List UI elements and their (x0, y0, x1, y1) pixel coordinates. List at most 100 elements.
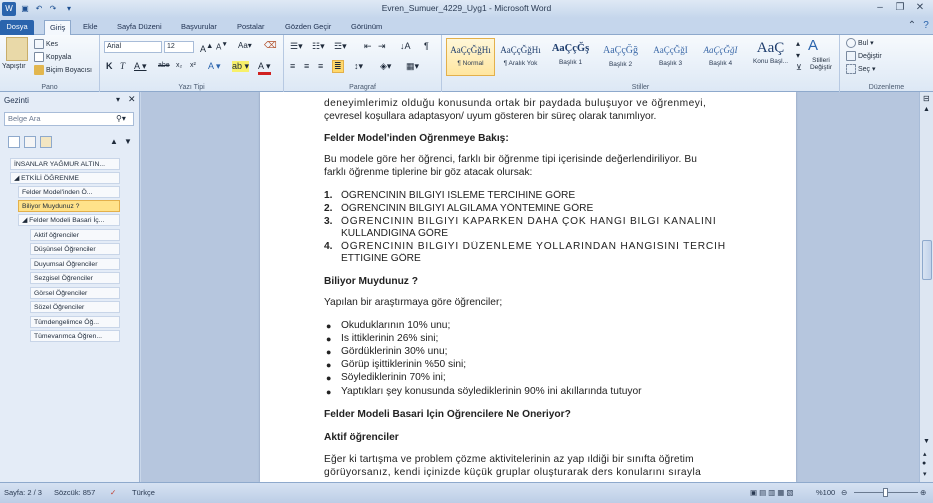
help-icon[interactable]: ? (916, 19, 933, 33)
style-heading-1[interactable]: AaÇçĞş Başlık 1 (546, 38, 595, 76)
tab-insert[interactable]: Ekle (78, 20, 103, 35)
ruler-toggle-icon[interactable]: ⊟ (923, 94, 930, 103)
find-button[interactable]: Bul ▾ (846, 38, 874, 48)
cut-button[interactable]: Kes (34, 39, 58, 49)
font-color-button[interactable]: A ▾ (258, 61, 271, 75)
style-title[interactable]: AaÇ Konu Başl... (746, 38, 795, 76)
nav-heading-item[interactable]: ◢ ETKİLİ ÖĞRENME (10, 172, 120, 184)
nav-heading-item[interactable]: Sezgisel Öğrenciler (30, 272, 120, 284)
language-indicator[interactable]: Türkçe (132, 488, 155, 497)
browse-object-icon[interactable]: ● (922, 460, 926, 467)
scroll-down-icon[interactable]: ▼ (923, 438, 930, 445)
zoom-in-icon[interactable]: ⊕ (920, 488, 926, 497)
text-effects-button[interactable]: A ▾ (208, 61, 221, 72)
clear-formatting-icon[interactable]: ⌫ (264, 40, 277, 51)
zoom-slider-thumb[interactable] (883, 488, 888, 497)
page-count[interactable]: Sayfa: 2 / 3 (4, 488, 42, 497)
tab-file[interactable]: Dosya (0, 20, 34, 35)
show-marks-button[interactable]: ¶ (424, 41, 429, 51)
style-no-spacing[interactable]: AaÇçĞğHı ¶ Aralık Yok (496, 38, 545, 76)
proofing-icon[interactable]: ✓ (110, 488, 116, 497)
nav-pane-menu-icon[interactable]: ▾ (116, 95, 120, 104)
replace-button[interactable]: Değiştir (846, 51, 882, 61)
nav-heading-item[interactable]: Tümdengelimce Öğ... (30, 316, 120, 328)
next-page-icon[interactable]: ▾ (923, 470, 927, 478)
tab-home[interactable]: Giriş (44, 20, 72, 35)
previous-heading-icon[interactable]: ▲ (110, 137, 118, 146)
tab-view[interactable]: Görünüm (346, 20, 387, 35)
change-styles-button[interactable]: Stilleri Değiştir (804, 57, 838, 71)
line-spacing-button[interactable]: ↕▾ (354, 61, 363, 72)
nav-heading-item[interactable]: ◢ Felder Modeli Basari İç... (18, 214, 120, 226)
style-heading-2[interactable]: AaÇçĞğ Başlık 2 (596, 38, 645, 76)
tab-references[interactable]: Başvurular (176, 20, 222, 35)
copy-button[interactable]: Kopyala (34, 52, 71, 62)
nav-heading-item[interactable]: Düşünsel Öğrenciler (30, 243, 120, 255)
font-family-select[interactable]: Arial (104, 41, 162, 53)
paste-button[interactable]: Yapıştır (2, 63, 26, 70)
word-count[interactable]: Sözcük: 857 (54, 488, 95, 497)
document-page[interactable]: deneyimlerimiz olduğu konusunda ortak bi… (260, 92, 796, 482)
scroll-up-icon[interactable]: ▲ (923, 106, 930, 113)
styles-scroll-down-icon[interactable]: ▾ (796, 51, 800, 60)
browse-pages-icon[interactable] (24, 136, 36, 148)
underline-button[interactable]: A ▾ (134, 61, 147, 72)
nav-heading-item[interactable]: İNSANLAR YAĞMUR ALTIN... (10, 158, 120, 170)
nav-heading-item[interactable]: Tümevarımca Öğren... (30, 330, 120, 342)
italic-button[interactable]: T (120, 61, 125, 71)
browse-headings-icon[interactable] (8, 136, 20, 148)
nav-search-input[interactable]: Belge Ara (4, 112, 134, 126)
zoom-out-icon[interactable]: ⊖ (841, 488, 847, 497)
grow-font-button[interactable]: A▲ (200, 41, 213, 54)
nav-heading-item[interactable]: Felder Model'inden Ö... (18, 186, 120, 198)
font-size-select[interactable]: 12 (164, 41, 194, 53)
view-buttons[interactable]: ▣▤▥▦▧ (750, 488, 795, 497)
tab-page-layout[interactable]: Sayfa Düzeni (112, 20, 167, 35)
style-heading-4[interactable]: AaÇçĞğI Başlık 4 (696, 38, 745, 76)
bullets-button[interactable]: ☰▾ (290, 41, 303, 52)
strikethrough-button[interactable]: abe (158, 62, 170, 69)
superscript-button[interactable]: x² (190, 62, 196, 69)
scrollbar-thumb[interactable] (922, 240, 932, 280)
subscript-button[interactable]: x₂ (176, 62, 182, 69)
paste-icon[interactable] (6, 37, 28, 61)
style-heading-3[interactable]: AaÇçĞğI Başlık 3 (646, 38, 695, 76)
bold-button[interactable]: K (106, 61, 113, 71)
highlight-button[interactable]: ab ▾ (232, 61, 250, 72)
style-normal[interactable]: AaÇçĞğHı ¶ Normal (446, 38, 495, 76)
next-heading-icon[interactable]: ▼ (124, 137, 132, 146)
nav-pane-close-icon[interactable]: ✕ (128, 94, 136, 105)
shading-button[interactable]: ◈▾ (380, 61, 391, 72)
select-button[interactable]: Seç ▾ (846, 64, 876, 74)
nav-heading-item[interactable]: Görsel Öğrenciler (30, 287, 120, 299)
styles-scroll-up-icon[interactable]: ▴ (796, 39, 800, 48)
increase-indent-button[interactable]: ⇥ (378, 41, 386, 52)
align-center-button[interactable]: ≡ (304, 61, 309, 71)
sort-button[interactable]: ↓A (400, 41, 411, 51)
justify-button[interactable]: ≣ (332, 60, 344, 73)
multilevel-list-button[interactable]: ☲▾ (334, 41, 347, 52)
previous-page-icon[interactable]: ▴ (923, 450, 927, 458)
zoom-level[interactable]: %100 (816, 488, 835, 497)
search-icon[interactable]: ⚲▾ (116, 114, 126, 123)
minimize-button[interactable]: – (870, 1, 890, 15)
format-painter-button[interactable]: Biçim Boyacısı (34, 65, 92, 75)
borders-button[interactable]: ▦▾ (406, 61, 419, 72)
nav-heading-item[interactable]: Sözel Öğrenciler (30, 301, 120, 313)
shrink-font-button[interactable]: A▼ (216, 41, 228, 52)
vertical-scrollbar[interactable]: ⊟ ▲ ▼ ▴ ● ▾ (919, 92, 933, 482)
nav-heading-item[interactable]: Aktif öğrenciler (30, 229, 120, 241)
close-button[interactable]: ✕ (910, 1, 930, 15)
align-left-button[interactable]: ≡ (290, 61, 295, 71)
styles-more-icon[interactable]: ⊻ (796, 63, 802, 72)
tab-mailings[interactable]: Postalar (232, 20, 270, 35)
numbering-button[interactable]: ☷▾ (312, 41, 325, 52)
align-right-button[interactable]: ≡ (318, 61, 323, 71)
decrease-indent-button[interactable]: ⇤ (364, 41, 372, 52)
change-styles-icon[interactable]: A (808, 37, 818, 54)
nav-heading-item-selected[interactable]: Biliyor Muydunuz ? (18, 200, 120, 212)
change-case-button[interactable]: Aa▾ (238, 41, 252, 50)
browse-results-icon[interactable] (40, 136, 52, 148)
nav-heading-item[interactable]: Duyumsal Öğrenciler (30, 258, 120, 270)
restore-button[interactable]: ❐ (890, 1, 910, 15)
